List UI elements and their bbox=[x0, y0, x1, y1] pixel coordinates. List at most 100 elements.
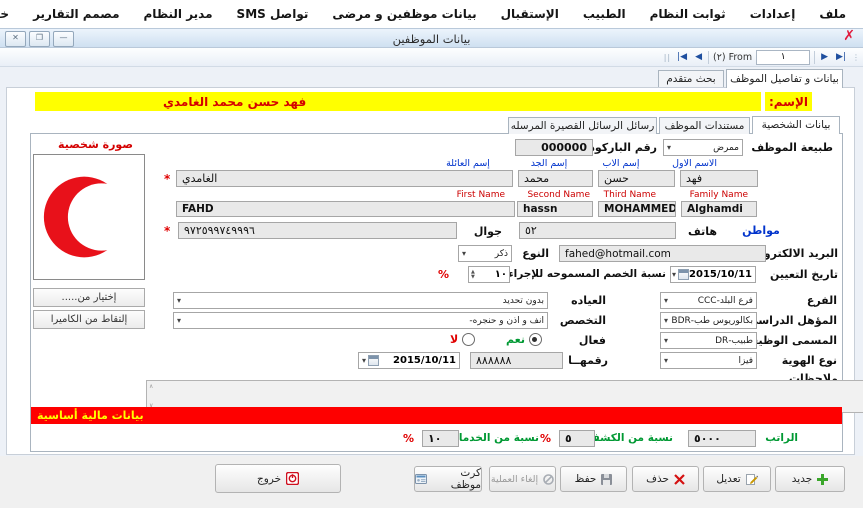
gender-select[interactable]: ذكر ▾ bbox=[458, 245, 512, 262]
job-title-label: المسمى الوظيفي bbox=[759, 334, 837, 347]
id-type-select[interactable]: فيزا ▾ bbox=[660, 352, 757, 369]
chevron-down-icon: ▾ bbox=[664, 336, 668, 345]
email-field[interactable]: fahed@hotmail.com bbox=[559, 245, 766, 262]
specialty-select[interactable]: انف و اذن و حنجره- ▾ bbox=[173, 312, 548, 329]
menu-employees-patients[interactable]: بيانات موظفين و مرضى bbox=[321, 7, 487, 21]
required-marker: * bbox=[164, 172, 170, 186]
cancel-circle-icon bbox=[543, 474, 554, 485]
menu-doctor[interactable]: الطبيب bbox=[572, 7, 637, 21]
services-percent-label: نسبة من الخدمات bbox=[461, 432, 539, 444]
menu-settings[interactable]: إعدادات bbox=[739, 7, 807, 21]
clinic-label: العياده bbox=[556, 294, 606, 307]
employee-photo bbox=[33, 154, 145, 280]
tab-sent-sms[interactable]: رسائل الرسائل القصيرة المرسله bbox=[508, 117, 657, 134]
calendar-icon bbox=[368, 355, 379, 366]
mobile-field[interactable]: ٩٧٢٥٩٩٧٤٩٩٩٦ bbox=[178, 222, 457, 239]
hire-date-label: تاريخ التعيين bbox=[768, 268, 838, 281]
chevron-down-icon: ▾ bbox=[177, 316, 181, 325]
move-next-icon[interactable]: ▶ bbox=[819, 49, 830, 65]
tab-employee-documents[interactable]: مستندات الموظف bbox=[659, 117, 750, 134]
job-title-select[interactable]: طبيب-DR ▾ bbox=[660, 332, 757, 349]
hire-date-picker[interactable]: 2015/10/11 ▾ bbox=[670, 266, 756, 283]
first-name-en-field[interactable]: FAHD bbox=[176, 201, 515, 217]
menu-services[interactable]: خدمات bbox=[0, 7, 20, 21]
tab-employee-details[interactable]: بيانات و تفاصيل الموظف bbox=[726, 69, 843, 88]
father-name-field[interactable]: حسن bbox=[598, 170, 675, 187]
financial-section-header: بيانات مالية أساسية bbox=[31, 407, 842, 424]
clinic-select[interactable]: بدون تحديد ▾ bbox=[173, 292, 548, 309]
salary-field[interactable]: ٥٠٠٠ bbox=[688, 430, 756, 447]
calendar-icon bbox=[678, 269, 689, 280]
exam-percent-field[interactable]: ٥ bbox=[559, 430, 595, 447]
family-name-ar-label: إسم العائلة bbox=[442, 158, 494, 169]
menu-system-constants[interactable]: ثوابت النظام bbox=[639, 7, 737, 21]
employee-data-window: ملف إعدادات ثوابت النظام الطبيب الإستقبا… bbox=[0, 0, 863, 508]
title-bar: ✕ ❐ — بيانات الموظفين ✗ bbox=[0, 28, 863, 48]
separator bbox=[708, 51, 709, 64]
employee-type-select[interactable]: ممرض ▾ bbox=[663, 139, 743, 156]
toolbar-grip-icon: || bbox=[664, 53, 671, 62]
capture-camera-button[interactable]: إلتقاط من الكاميرا bbox=[33, 310, 145, 329]
menu-sms[interactable]: تواصل SMS bbox=[226, 7, 320, 21]
move-previous-icon[interactable]: ◀ bbox=[693, 49, 704, 65]
family-name-en-field[interactable]: Alghamdi bbox=[681, 201, 757, 217]
phone-field[interactable]: ٥٢ bbox=[519, 222, 676, 239]
third-name-en-label: Third Name bbox=[580, 190, 656, 200]
menu-system-admin[interactable]: مدير النظام bbox=[133, 7, 224, 21]
id-number-field[interactable]: ٨٨٨٨٨٨ bbox=[470, 352, 563, 369]
move-first-icon[interactable]: |◀ bbox=[675, 49, 689, 65]
discount-stepper[interactable]: ١٠ ▲▼ bbox=[468, 266, 510, 283]
family-name-ar-field[interactable]: الغامدي bbox=[176, 170, 513, 187]
chevron-down-icon: ▾ bbox=[664, 316, 668, 325]
discount-label: نسبة الخصم المسموحه للإجراءات bbox=[510, 268, 666, 280]
menu-report-designer[interactable]: مصمم التقارير bbox=[22, 7, 130, 21]
menu-bar: ملف إعدادات ثوابت النظام الطبيب الإستقبا… bbox=[0, 0, 863, 28]
tab-advanced-search[interactable]: بحث متقدم bbox=[658, 70, 724, 88]
exit-power-icon bbox=[286, 472, 299, 485]
employee-name-banner: فهد حسن محمد الغامدي bbox=[35, 92, 761, 111]
services-percent-field[interactable]: ١٠ bbox=[422, 430, 459, 447]
edit-button[interactable]: تعديل bbox=[703, 466, 771, 492]
qualification-select[interactable]: بكالوريوس طب-BDR ▾ bbox=[660, 312, 757, 329]
scroll-up-icon[interactable]: ∧ bbox=[149, 384, 153, 390]
father-name-label: إسم الاب bbox=[600, 158, 642, 169]
citizen-label: مواطن bbox=[737, 224, 785, 237]
cancel-operation-button[interactable]: إلغاء العملية bbox=[489, 466, 556, 492]
barcode-field[interactable]: 000000 bbox=[515, 139, 593, 156]
services-percent-sign: % bbox=[403, 432, 414, 445]
menu-file[interactable]: ملف bbox=[808, 7, 857, 21]
employee-type-label: طبيعة الموظف bbox=[747, 141, 833, 154]
barcode-label: رقم الباركود bbox=[595, 141, 657, 154]
save-button[interactable]: حفظ bbox=[560, 466, 627, 492]
second-name-en-field[interactable]: hassn bbox=[517, 201, 593, 217]
third-name-en-field[interactable]: MOHAMMED bbox=[598, 201, 676, 217]
exit-button[interactable]: خروج bbox=[215, 464, 341, 493]
menu-reception[interactable]: الإستقبال bbox=[490, 7, 570, 21]
app-close-icon[interactable]: ✗ bbox=[843, 28, 855, 44]
first-name-ar-field[interactable]: فهد bbox=[680, 170, 758, 187]
spinner-arrows-icon[interactable]: ▲▼ bbox=[471, 270, 475, 280]
plus-icon bbox=[817, 474, 828, 485]
active-no-radio[interactable]: لا bbox=[450, 333, 475, 346]
chevron-down-icon: ▾ bbox=[462, 249, 466, 258]
branch-select[interactable]: فرع البلد-CCC ▾ bbox=[660, 292, 757, 309]
id-expiry-date-picker[interactable]: 2015/10/11 ▾ bbox=[358, 352, 460, 369]
active-label: فعال bbox=[572, 334, 606, 347]
move-last-icon[interactable]: ▶| bbox=[834, 49, 848, 65]
separator bbox=[814, 51, 815, 64]
first-name-ar-label: الاسم الاول bbox=[675, 158, 717, 169]
choose-photo-button[interactable]: إختيار من..... bbox=[33, 288, 145, 307]
record-position-input[interactable]: ١ bbox=[756, 50, 810, 65]
second-name-en-label: Second Name bbox=[512, 190, 590, 200]
record-count-label: (٢) From bbox=[713, 52, 752, 63]
active-yes-radio[interactable]: نعم bbox=[506, 333, 542, 346]
branch-label: الفرع bbox=[795, 294, 837, 307]
photo-caption: صورة شخصية bbox=[48, 138, 143, 151]
new-button[interactable]: جديد bbox=[775, 466, 845, 492]
chevron-down-icon: ▾ bbox=[664, 356, 668, 365]
employee-card-button[interactable]: كرت موظف bbox=[414, 466, 482, 492]
grandfather-name-field[interactable]: محمد bbox=[518, 170, 593, 187]
tab-personal-data[interactable]: بيانات الشخصية bbox=[752, 116, 840, 134]
exam-percent-label: نسبة من الكشف bbox=[597, 432, 673, 444]
delete-button[interactable]: حذف bbox=[632, 466, 699, 492]
